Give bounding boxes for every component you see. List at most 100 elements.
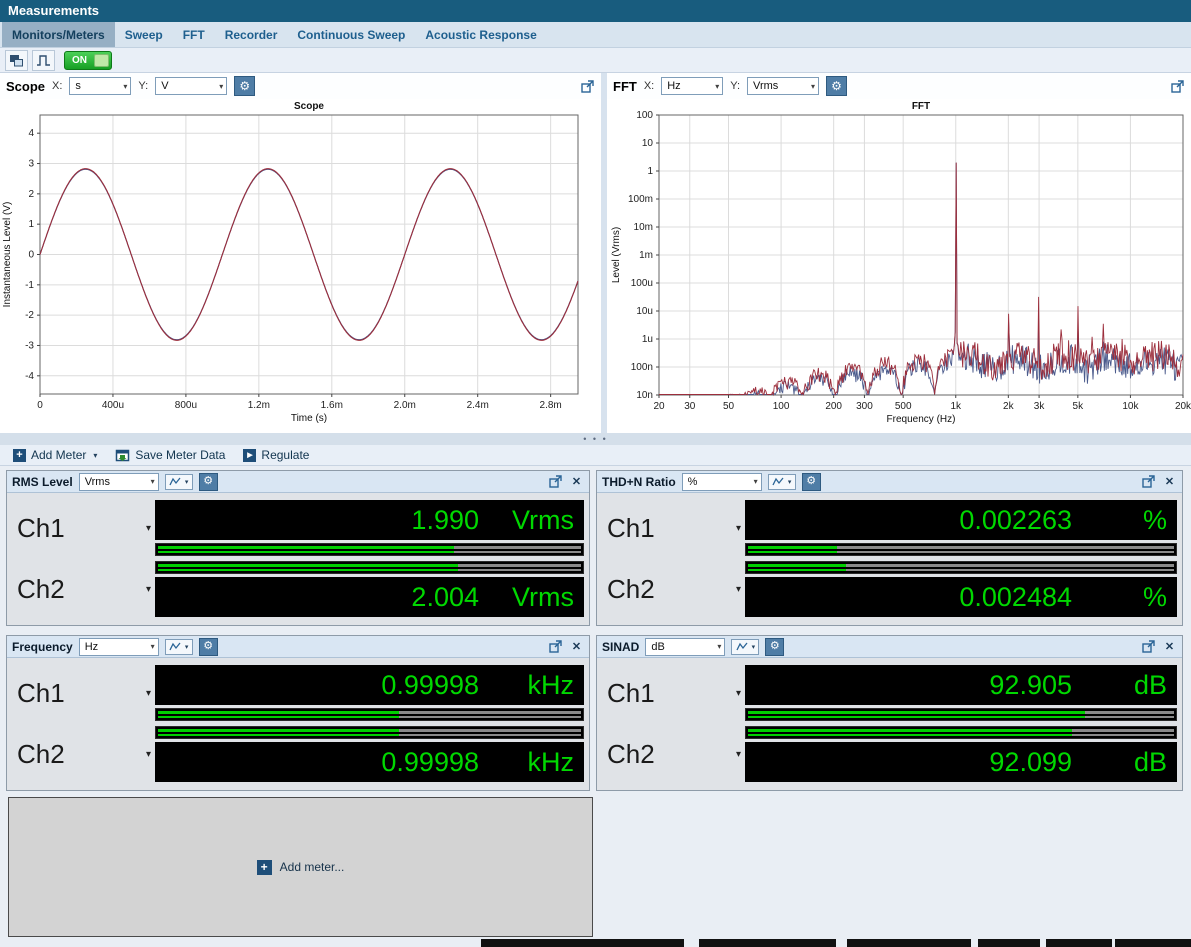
tab-sweep[interactable]: Sweep: [115, 22, 173, 47]
svg-text:800u: 800u: [175, 400, 197, 411]
svg-text:Frequency (Hz): Frequency (Hz): [887, 414, 956, 425]
channel-name: Ch2: [17, 739, 65, 770]
plus-icon: +: [13, 449, 26, 462]
fft-x-label: X:: [644, 80, 654, 92]
fft-x-units-select[interactable]: Hz ▾: [661, 77, 723, 95]
chevron-down-icon: ▾: [736, 688, 741, 699]
meter-panel-rms-level: RMS Level Vrms ▾ ▾ ⚙ ✕: [6, 470, 590, 626]
popout-icon[interactable]: [548, 474, 563, 489]
meter-display-mode-button[interactable]: ▾: [165, 639, 193, 655]
bar-track: [158, 734, 581, 737]
svg-text:1u: 1u: [642, 334, 653, 345]
meter-display: 0.002263 %: [745, 500, 1177, 540]
scope-y-units-select[interactable]: V ▾: [155, 77, 227, 95]
bar-track: [158, 546, 581, 549]
toggle-knob-icon: [94, 54, 109, 67]
meter-unit-select[interactable]: dB ▾: [645, 638, 725, 656]
gear-icon[interactable]: ⚙: [234, 76, 255, 96]
gear-icon[interactable]: ⚙: [765, 638, 784, 656]
save-meter-data-button[interactable]: Save Meter Data: [106, 445, 234, 466]
scope-x-units-select[interactable]: s ▾: [69, 77, 131, 95]
window-title: Measurements: [8, 3, 99, 18]
tab-recorder[interactable]: Recorder: [215, 22, 288, 47]
tab-fft[interactable]: FFT: [173, 22, 215, 47]
meter-value: 0.002263: [745, 505, 1072, 536]
svg-text:Level (Vrms): Level (Vrms): [611, 227, 622, 283]
gear-icon[interactable]: ⚙: [199, 473, 218, 491]
scope-panel-title: Scope: [6, 79, 45, 94]
generator-on-toggle[interactable]: ON: [64, 51, 112, 70]
meter-display: 92.905 dB: [745, 665, 1177, 705]
meter-value-unit: dB: [1072, 670, 1177, 701]
scope-panel-header: Scope X: s ▾ Y: V ▾ ⚙: [0, 73, 601, 99]
meter-unit-select[interactable]: Vrms ▾: [79, 473, 159, 491]
meter-unit-value: dB: [651, 641, 664, 653]
channel-row: Ch1 ▾ 1.990 Vrms: [7, 500, 589, 556]
close-icon[interactable]: ✕: [569, 474, 584, 489]
channel-selector[interactable]: Ch1 ▾: [597, 678, 745, 709]
meter-display-mode-button[interactable]: ▾: [768, 474, 796, 490]
save-meter-data-icon: [115, 449, 130, 462]
chevron-down-icon: ▾: [151, 477, 155, 486]
bar-fill: [748, 546, 837, 549]
play-icon: ▶: [243, 449, 256, 462]
tab-acoustic-response[interactable]: Acoustic Response: [415, 22, 546, 47]
channel-selector[interactable]: Ch2 ▾: [7, 739, 155, 770]
svg-text:400u: 400u: [102, 400, 124, 411]
channel-readout: 0.99998 kHz: [155, 665, 584, 721]
horizontal-splitter[interactable]: • • •: [0, 433, 1191, 445]
gear-icon[interactable]: ⚙: [199, 638, 218, 656]
popout-icon[interactable]: [580, 79, 595, 94]
channel-selector[interactable]: Ch1 ▾: [7, 513, 155, 544]
popout-icon[interactable]: [1170, 79, 1185, 94]
svg-text:1k: 1k: [950, 401, 962, 412]
bar-track: [748, 546, 1174, 549]
channel-selector[interactable]: Ch1 ▾: [7, 678, 155, 709]
close-icon[interactable]: ✕: [569, 639, 584, 654]
meter-display-mode-button[interactable]: ▾: [165, 474, 193, 490]
scope-x-units-value: s: [75, 80, 81, 92]
meter-panel-thd-n-ratio: THD+N Ratio % ▾ ▾ ⚙ ✕: [596, 470, 1183, 626]
scope-x-label: X:: [52, 80, 62, 92]
chevron-down-icon: ▾: [93, 451, 97, 460]
meter-unit-select[interactable]: Hz ▾: [79, 638, 159, 656]
meter-display-mode-button[interactable]: ▾: [731, 639, 759, 655]
gear-icon[interactable]: ⚙: [802, 473, 821, 491]
meters-view-icon[interactable]: [5, 50, 28, 71]
scope-panel: Scope X: s ▾ Y: V ▾ ⚙: [0, 73, 601, 433]
add-meter-button[interactable]: + Add Meter ▾: [4, 445, 106, 466]
close-icon[interactable]: ✕: [1162, 474, 1177, 489]
chevron-down-icon: ▾: [754, 477, 758, 486]
channel-name: Ch2: [17, 574, 65, 605]
channel-readout: 0.002484 %: [745, 561, 1177, 617]
fft-y-units-select[interactable]: Vrms ▾: [747, 77, 819, 95]
fft-panel: FFT X: Hz ▾ Y: Vrms ▾ ⚙: [607, 73, 1191, 433]
meter-display: 2.004 Vrms: [155, 577, 584, 617]
background-window-edge: [699, 939, 836, 947]
channel-selector[interactable]: Ch2 ▾: [597, 574, 745, 605]
add-meter-dropzone[interactable]: + Add meter...: [8, 797, 593, 937]
tab-continuous-sweep[interactable]: Continuous Sweep: [287, 22, 415, 47]
popout-icon[interactable]: [1141, 639, 1156, 654]
channel-selector[interactable]: Ch1 ▾: [597, 513, 745, 544]
gear-icon[interactable]: ⚙: [826, 76, 847, 96]
svg-text:1: 1: [647, 166, 653, 177]
meters-view-glyph: [9, 54, 24, 67]
meter-display: 92.099 dB: [745, 742, 1177, 782]
regulate-button[interactable]: ▶ Regulate: [234, 445, 318, 466]
popout-icon[interactable]: [1141, 474, 1156, 489]
close-icon[interactable]: ✕: [1162, 639, 1177, 654]
chevron-down-icon: ▾: [788, 478, 792, 486]
scope-chart[interactable]: 0400u800u1.2m1.6m2.0m2.4m2.8m-4-3-2-1012…: [0, 99, 601, 433]
save-meter-data-label: Save Meter Data: [135, 448, 225, 462]
fft-chart[interactable]: 2030501002003005001k2k3k5k10k20k10010110…: [607, 99, 1191, 433]
channel-selector[interactable]: Ch2 ▾: [597, 739, 745, 770]
popout-icon[interactable]: [548, 639, 563, 654]
waveform-view-icon[interactable]: [32, 50, 55, 71]
tab-monitors-meters[interactable]: Monitors/Meters: [2, 22, 115, 47]
channel-selector[interactable]: Ch2 ▾: [7, 574, 155, 605]
svg-text:1.6m: 1.6m: [321, 400, 343, 411]
meter-unit-select[interactable]: % ▾: [682, 473, 762, 491]
meter-body: Ch1 ▾ 92.905 dB Ch2 ▾: [597, 658, 1182, 790]
meter-bar: [155, 708, 584, 721]
